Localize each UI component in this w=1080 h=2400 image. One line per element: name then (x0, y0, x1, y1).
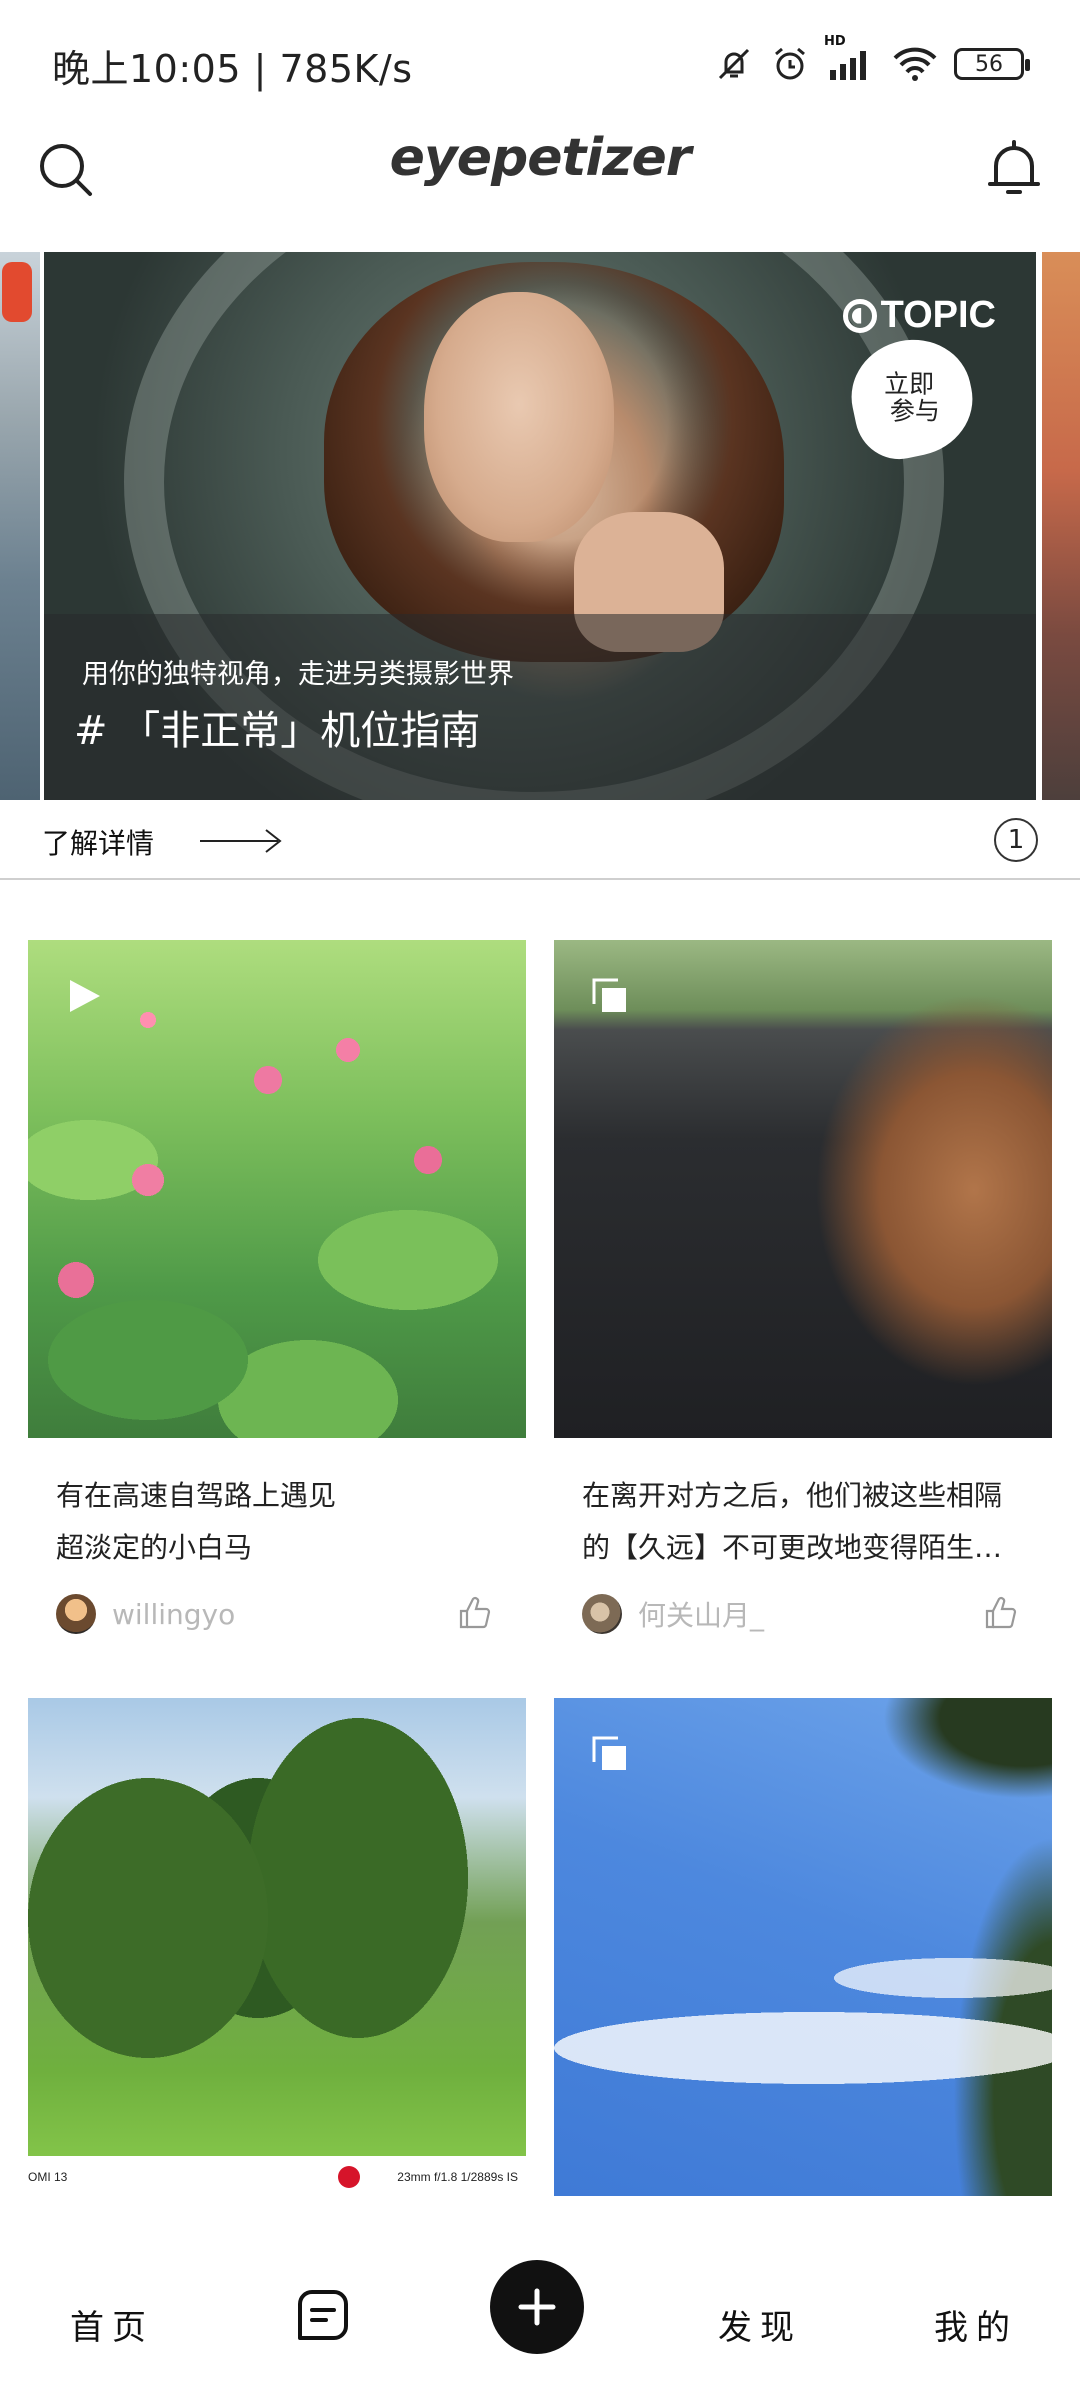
avatar[interactable] (582, 1594, 622, 1634)
topic-label: TOPIC (880, 294, 996, 336)
hd-label: HD (824, 34, 846, 49)
card-title-line: 的【久远】不可更改地变得陌生… (582, 1531, 1003, 1564)
card-image[interactable]: OMI 13 23mm f/1.8 1/2889s IS (28, 1698, 526, 2196)
banner-card[interactable]: 用你的独特视角，走进另类摄影世界 # 「非正常」机位指南 TOPIC 立即 参与 (44, 252, 1036, 800)
topic-logo-icon (842, 298, 877, 333)
banner-subtitle: 用你的独特视角，走进另类摄影世界 (82, 659, 514, 690)
bottom-nav: 首页 发现 我的 (0, 2236, 1080, 2400)
card-author[interactable]: 何关山月_ (582, 1594, 764, 1634)
status-bar: 晚上10:05 | 785K/s HD 56 (0, 0, 1080, 120)
signal-icon (830, 51, 866, 80)
card-title-line: 有在高速自驾路上遇见 (56, 1479, 337, 1512)
banner-detail-row[interactable]: 了解详情 1 (0, 802, 1080, 880)
card-image[interactable] (554, 940, 1052, 1438)
banner-carousel[interactable]: 用你的独特视角，走进另类摄影世界 # 「非正常」机位指南 TOPIC 立即 参与 (0, 252, 1080, 800)
mute-bell-icon (718, 48, 750, 80)
card-title-line: 超淡定的小白马 (56, 1531, 253, 1564)
card-title[interactable]: 有在高速自驾路上遇见 超淡定的小白马 (56, 1470, 506, 1574)
banner-next-peek[interactable] (1042, 252, 1080, 800)
exif-strip: OMI 13 23mm f/1.8 1/2889s IS (28, 2156, 526, 2196)
leica-logo-icon (338, 2166, 360, 2188)
app-logo: eyepetizer (389, 128, 692, 188)
bell-icon[interactable] (984, 136, 1044, 200)
wifi-icon (893, 47, 937, 81)
page-indicator: 1 (994, 818, 1038, 862)
card-author[interactable]: willingyo (56, 1594, 235, 1634)
card-image[interactable] (28, 940, 526, 1438)
arrow-right-icon[interactable] (198, 826, 284, 856)
nav-discover[interactable]: 发现 (718, 2300, 802, 2349)
card-title-line: 在离开对方之后，他们被这些相隔 (582, 1479, 1003, 1512)
banner-title: # 「非正常」机位指南 (74, 708, 481, 754)
alarm-icon (775, 47, 805, 80)
nav-home[interactable]: 首页 (70, 2300, 154, 2349)
nav-mine[interactable]: 我的 (934, 2300, 1018, 2349)
status-time: 晚上10:05 | 785K/s (52, 47, 413, 91)
status-icons: HD 56 (714, 34, 1030, 86)
thumbs-up-icon[interactable] (984, 1596, 1018, 1630)
thumbs-up-icon[interactable] (458, 1596, 492, 1630)
battery-level: 56 (975, 51, 1003, 77)
add-button[interactable] (490, 2260, 584, 2354)
signal-group: HD (824, 34, 876, 82)
banner-image-face (424, 292, 614, 542)
detail-link[interactable]: 了解详情 (42, 822, 154, 862)
author-name[interactable]: willingyo (112, 1598, 235, 1631)
join-label-line2: 参与 (889, 396, 940, 426)
card-image[interactable] (554, 1698, 1052, 2196)
exif-camera: OMI 13 (28, 2170, 68, 2184)
app-header: eyepetizer (0, 120, 1080, 250)
message-icon[interactable] (294, 2286, 352, 2344)
join-label-line1: 立即 (884, 369, 935, 399)
author-name[interactable]: 何关山月_ (638, 1594, 764, 1634)
banner-prev-peek[interactable] (0, 252, 40, 800)
topic-badge: TOPIC (842, 294, 996, 337)
play-icon (70, 980, 100, 1012)
battery-icon: 56 (954, 48, 1030, 80)
plus-icon (518, 2288, 556, 2326)
exif-settings: 23mm f/1.8 1/2889s IS (397, 2170, 518, 2184)
multi-image-icon (592, 978, 626, 1012)
multi-image-icon (592, 1736, 626, 1770)
avatar[interactable] (56, 1594, 96, 1634)
card-title[interactable]: 在离开对方之后，他们被这些相隔 的【久远】不可更改地变得陌生… (582, 1470, 1032, 1574)
